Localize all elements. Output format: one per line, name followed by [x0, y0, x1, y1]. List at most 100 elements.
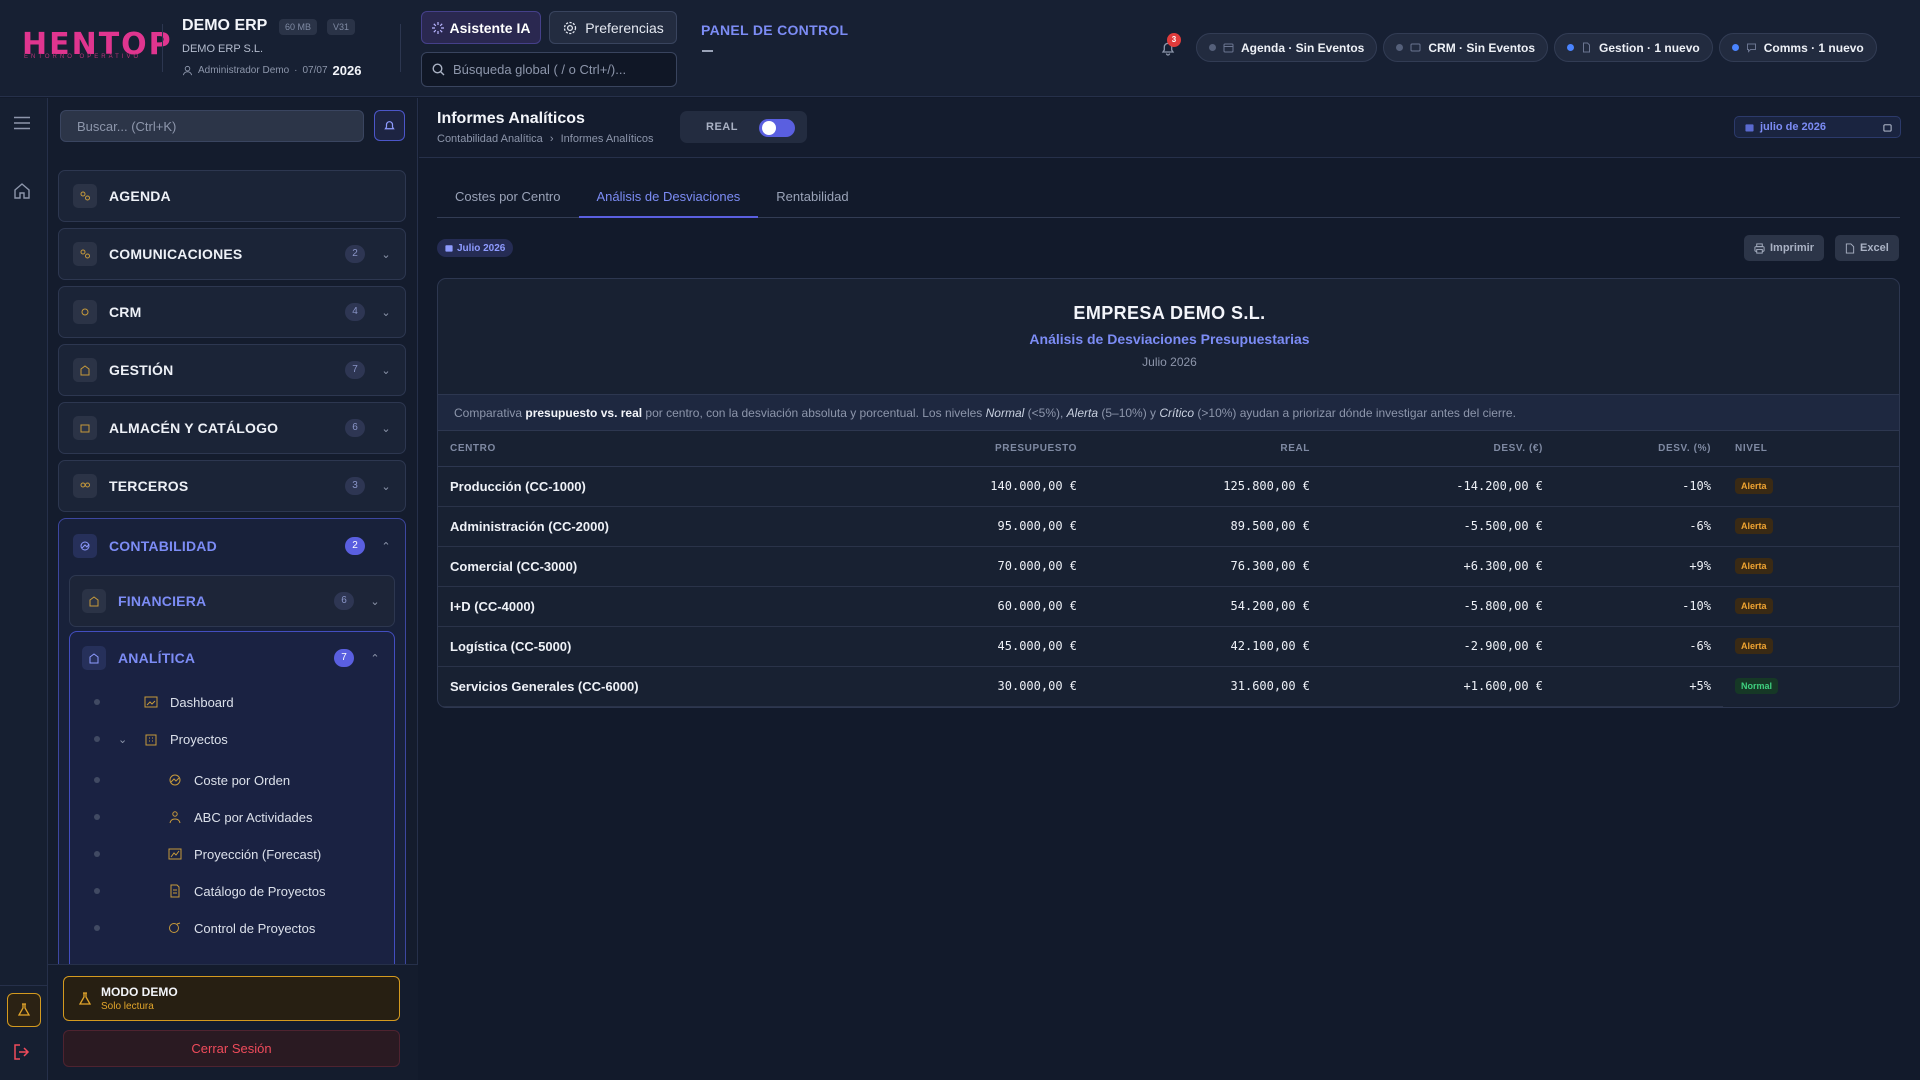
sidebar-item-crm[interactable]: CRM 4 ⌄	[58, 286, 406, 338]
sidebar-item-label: ANALÍTICA	[118, 650, 196, 666]
sidebar-item-financiera[interactable]: FINANCIERA 6 ⌄	[69, 575, 395, 627]
column-header[interactable]: DESV. (€)	[1322, 431, 1555, 467]
table-row[interactable]: I+D (CC-4000) 60.000,00 € 54.200,00 € -5…	[438, 586, 1899, 627]
calendar-icon	[1223, 43, 1234, 53]
cell-desv-pct: -6%	[1555, 626, 1723, 667]
calendar-icon	[1745, 123, 1754, 132]
sidebar-leaf-abc[interactable]: ABC por Actividades	[94, 805, 313, 829]
sidebar-item-gestion[interactable]: GESTIÓN 7 ⌄	[58, 344, 406, 396]
real-toggle[interactable]: REAL	[680, 111, 807, 143]
flask-icon	[17, 1003, 31, 1016]
company-name: DEMO ERP S.L.	[182, 43, 264, 55]
sidebar-item-agenda[interactable]: AGENDA	[58, 170, 406, 222]
status-dot	[1567, 44, 1575, 51]
user-name[interactable]: Administrador Demo	[198, 65, 289, 76]
demo-mode-rail-button[interactable]	[7, 993, 41, 1027]
sidebar-leaf-dashboard[interactable]: Dashboard	[94, 690, 234, 714]
demo-mode-title: MODO DEMO	[101, 985, 178, 999]
column-header[interactable]: NIVEL	[1723, 431, 1899, 467]
toggle-label: REAL	[706, 121, 738, 133]
count-badge: 3	[345, 477, 365, 495]
bullet	[94, 925, 100, 931]
sidebar-item-label: CRM	[109, 304, 142, 320]
sidebar-item-terceros[interactable]: TERCEROS 3 ⌄	[58, 460, 406, 512]
print-button[interactable]: Imprimir	[1744, 235, 1825, 261]
status-chips: Agenda · Sin Eventos CRM · Sin Eventos G…	[1196, 33, 1877, 62]
cell-centro: Producción (CC-1000)	[438, 466, 856, 507]
breadcrumb-link[interactable]: Contabilidad Analítica	[437, 133, 543, 145]
home-button[interactable]	[13, 182, 35, 204]
module-icon	[73, 534, 97, 558]
sidebar-item-label: GESTIÓN	[109, 362, 174, 378]
chevron-up-icon: ⌃	[370, 652, 380, 665]
sidebar-item-contabilidad[interactable]: CONTABILIDAD 2 ⌃	[59, 519, 405, 573]
sidebar-item-comunicaciones[interactable]: COMUNICACIONES 2 ⌄	[58, 228, 406, 280]
panel-title-link[interactable]: PANEL DE CONTROL	[701, 22, 848, 38]
sidebar-leaf-forecast[interactable]: Proyección (Forecast)	[94, 842, 321, 866]
bullet	[94, 851, 100, 857]
excel-export-button[interactable]: Excel	[1835, 235, 1899, 261]
sidebar-leaf-proyectos[interactable]: ⌄ Proyectos	[94, 727, 228, 751]
chip-crm-label: CRM · Sin Eventos	[1428, 40, 1536, 55]
chat-icon	[1746, 43, 1756, 53]
module-icon	[73, 416, 97, 440]
count-badge: 4	[345, 303, 365, 321]
chip-crm[interactable]: CRM · Sin Eventos	[1383, 33, 1549, 62]
breadcrumb-current: Informes Analíticos	[560, 133, 654, 145]
calendar-icon	[1883, 123, 1892, 132]
tab-costes-por-centro[interactable]: Costes por Centro	[437, 188, 579, 218]
ai-assistant-button[interactable]: Asistente IA	[421, 11, 541, 44]
version-tag: V31	[327, 19, 356, 35]
chevron-down-icon: ⌄	[118, 733, 128, 746]
report-tabs: Costes por Centro Análisis de Desviacion…	[437, 188, 1900, 218]
breadcrumb-separator: ›	[549, 133, 554, 145]
tab-rentabilidad[interactable]: Rentabilidad	[758, 188, 866, 218]
sidebar-item-almacen[interactable]: ALMACÉN Y CATÁLOGO 6 ⌄	[58, 402, 406, 454]
cell-centro: Comercial (CC-3000)	[438, 546, 856, 587]
logout-rail-button[interactable]	[13, 1043, 35, 1065]
sidebar-leaf-catalogo-proyectos[interactable]: Catálogo de Proyectos	[94, 879, 326, 903]
tab-analisis-desviaciones[interactable]: Análisis de Desviaciones	[578, 188, 759, 218]
month-picker-value: julio de 2026	[1760, 121, 1827, 133]
cell-presupuesto: 70.000,00 €	[856, 546, 1089, 587]
status-badge: Alerta	[1735, 598, 1773, 614]
user-icon	[182, 65, 193, 76]
cell-nivel: Normal	[1723, 666, 1899, 706]
bullet	[94, 736, 100, 742]
chip-gestion[interactable]: Gestion · 1 nuevo	[1554, 33, 1713, 62]
hamburger-menu-button[interactable]	[13, 116, 35, 134]
logout-button[interactable]: Cerrar Sesión	[63, 1030, 400, 1067]
demo-mode-banner[interactable]: MODO DEMO Solo lectura	[63, 976, 400, 1021]
sidebar-leaf-coste-por-orden[interactable]: Coste por Orden	[94, 768, 290, 792]
cell-real: 54.200,00 €	[1089, 586, 1322, 627]
sparkle-icon	[431, 21, 444, 34]
month-picker[interactable]: julio de 2026	[1734, 116, 1901, 138]
sidebar-leaf-control-proyectos[interactable]: Control de Proyectos	[94, 916, 315, 940]
column-header[interactable]: DESV. (%)	[1555, 431, 1723, 467]
sidebar-item-analitica[interactable]: ANALÍTICA 7 ⌃	[70, 632, 394, 684]
table-row[interactable]: Comercial (CC-3000) 70.000,00 € 76.300,0…	[438, 546, 1899, 587]
table-row[interactable]: Producción (CC-1000) 140.000,00 € 125.80…	[438, 466, 1899, 507]
global-search-input[interactable]	[453, 62, 663, 77]
global-search[interactable]	[421, 52, 677, 87]
chip-comms[interactable]: Comms · 1 nuevo	[1718, 33, 1877, 62]
building-icon	[142, 730, 160, 748]
table-row[interactable]: Logística (CC-5000) 45.000,00 € 42.100,0…	[438, 626, 1899, 667]
module-icon	[73, 300, 97, 324]
preferences-button[interactable]: Preferencias	[549, 11, 677, 44]
table-row[interactable]: Administración (CC-2000) 95.000,00 € 89.…	[438, 506, 1899, 547]
column-header[interactable]: REAL	[1089, 431, 1322, 467]
cell-nivel: Alerta	[1723, 466, 1899, 507]
column-header[interactable]: CENTRO	[438, 431, 856, 467]
sidebar-notifications-button[interactable]	[374, 110, 405, 141]
table-row[interactable]: Servicios Generales (CC-6000) 30.000,00 …	[438, 666, 1899, 707]
current-year: 2026	[332, 63, 362, 78]
toggle-switch[interactable]	[759, 119, 795, 137]
document-icon	[1583, 42, 1591, 53]
status-dot	[1209, 44, 1216, 51]
count-badge: 2	[345, 245, 365, 263]
chip-agenda[interactable]: Agenda · Sin Eventos	[1196, 33, 1378, 62]
column-header[interactable]: PRESUPUESTO	[856, 431, 1089, 467]
chip-comms-label: Comms · 1 nuevo	[1763, 40, 1864, 55]
sidebar-search-input[interactable]: Buscar... (Ctrl+K)	[60, 110, 364, 142]
